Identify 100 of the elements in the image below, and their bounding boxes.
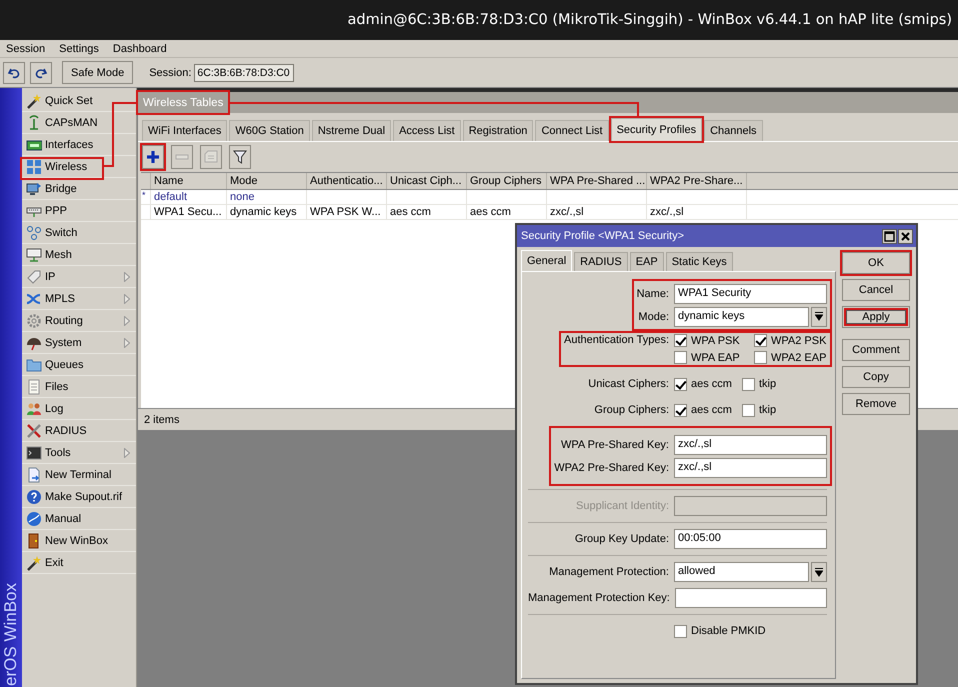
plus-icon bbox=[146, 150, 160, 164]
sidebar-item[interactable]: New WinBox bbox=[22, 530, 136, 552]
text-field[interactable]: 00:05:00 bbox=[674, 529, 827, 549]
sidebar-item[interactable]: Manual bbox=[22, 508, 136, 530]
close-icon bbox=[900, 230, 911, 242]
tab[interactable]: Nstreme Dual bbox=[312, 120, 392, 141]
sidebar-item[interactable]: Files bbox=[22, 376, 136, 398]
sidebar-item[interactable]: IP bbox=[22, 266, 136, 288]
undo-button[interactable] bbox=[3, 62, 25, 84]
wand-icon bbox=[26, 555, 42, 571]
tab[interactable]: Security Profiles bbox=[610, 118, 702, 141]
field-label: WPA Pre-Shared Key: bbox=[560, 438, 669, 450]
dropdown-button[interactable] bbox=[811, 562, 827, 582]
gear-icon bbox=[26, 313, 42, 329]
tab[interactable]: WiFi Interfaces bbox=[142, 120, 228, 141]
filter-button[interactable] bbox=[229, 145, 251, 169]
table-cell: default bbox=[151, 190, 227, 204]
text-field[interactable]: zxc/.,sl bbox=[674, 434, 827, 454]
sidebar-item[interactable]: Make Supout.rif bbox=[22, 486, 136, 508]
redo-button[interactable] bbox=[30, 62, 52, 84]
tab[interactable]: Access List bbox=[393, 120, 461, 141]
column-header[interactable]: Unicast Ciph... bbox=[387, 173, 467, 189]
dialog-button[interactable]: Copy bbox=[842, 366, 910, 388]
menu-item[interactable]: Session bbox=[6, 42, 46, 54]
text-field[interactable]: WPA1 Security bbox=[674, 284, 827, 304]
sidebar-item[interactable]: Exit bbox=[22, 552, 136, 574]
text-field[interactable] bbox=[674, 588, 827, 608]
checkbox[interactable] bbox=[674, 351, 687, 364]
checkbox[interactable] bbox=[742, 378, 755, 390]
sidebar-item[interactable]: RADIUS bbox=[22, 420, 136, 442]
sidebar-item[interactable]: Bridge bbox=[22, 178, 136, 200]
menu-item[interactable]: Dashboard bbox=[112, 42, 167, 54]
field-label: Mode: bbox=[638, 310, 669, 322]
sidebar-item[interactable]: Log bbox=[22, 398, 136, 420]
down-arrow-icon bbox=[815, 568, 823, 576]
menu-item[interactable]: Settings bbox=[59, 42, 99, 54]
checkbox[interactable] bbox=[674, 334, 687, 347]
tab[interactable]: RADIUS bbox=[574, 252, 628, 271]
safe-mode-button[interactable]: Safe Mode bbox=[62, 61, 134, 84]
checkbox[interactable] bbox=[742, 404, 755, 416]
sidebar-item[interactable]: PPP bbox=[22, 200, 136, 222]
close-button[interactable] bbox=[898, 228, 913, 244]
tools-icon bbox=[26, 423, 42, 439]
window-title: admin@6C:3B:6B:78:D3:C0 (MikroTik-Singgih) - WinBox v6.44.1 on hAP lite (smips) bbox=[348, 12, 952, 28]
sidebar-item[interactable]: Wireless bbox=[22, 156, 136, 178]
sidebar-item[interactable]: Interfaces bbox=[22, 134, 136, 156]
checkbox-label: tkip bbox=[759, 378, 776, 390]
tab[interactable]: Registration bbox=[462, 120, 534, 141]
dropdown-field[interactable]: dynamic keys bbox=[674, 306, 809, 326]
dialog-button[interactable]: Remove bbox=[842, 393, 910, 415]
sidebar-item[interactable]: New Terminal bbox=[22, 464, 136, 486]
tab[interactable]: General bbox=[521, 250, 572, 271]
square-icon bbox=[884, 230, 895, 242]
checkbox-label: WPA2 EAP bbox=[771, 352, 826, 364]
add-button[interactable] bbox=[142, 145, 164, 169]
sidebar-item[interactable]: System bbox=[22, 332, 136, 354]
checkbox-label: WPA PSK bbox=[691, 334, 740, 346]
tab[interactable]: Static Keys bbox=[666, 252, 733, 271]
sidebar-item[interactable]: Switch bbox=[22, 222, 136, 244]
text-field[interactable]: zxc/.,sl bbox=[674, 458, 827, 478]
column-header[interactable]: Group Ciphers bbox=[467, 173, 547, 189]
checkbox[interactable] bbox=[674, 404, 687, 416]
maximize-button[interactable] bbox=[882, 228, 897, 244]
sidebar-item[interactable]: Quick Set bbox=[22, 90, 136, 112]
submenu-arrow-icon bbox=[124, 294, 130, 304]
table-cell: WPA PSK W... bbox=[307, 205, 387, 219]
checkbox[interactable] bbox=[754, 351, 767, 364]
table-cell: aes ccm bbox=[467, 205, 547, 219]
checkbox[interactable] bbox=[674, 624, 687, 638]
dropdown-button[interactable] bbox=[811, 306, 827, 326]
sidebar-item[interactable]: Tools bbox=[22, 442, 136, 464]
sidebar-item[interactable]: Queues bbox=[22, 354, 136, 376]
column-header[interactable]: WPA Pre-Shared ... bbox=[547, 173, 647, 189]
tab[interactable]: EAP bbox=[630, 252, 664, 271]
column-header[interactable]: Mode bbox=[227, 173, 307, 189]
checkbox[interactable] bbox=[674, 378, 687, 390]
tab[interactable]: Channels bbox=[704, 120, 763, 141]
sidebar-item[interactable]: Mesh bbox=[22, 244, 136, 266]
dialog-button[interactable]: Cancel bbox=[842, 279, 910, 301]
session-field[interactable]: 6C:3B:6B:78:D3:C0 bbox=[194, 64, 294, 82]
dropdown-field[interactable]: allowed bbox=[674, 562, 809, 582]
field-label: Group Key Update: bbox=[574, 533, 669, 545]
sidebar-item[interactable]: Routing bbox=[22, 310, 136, 332]
tab[interactable]: W60G Station bbox=[229, 120, 310, 141]
submenu-arrow-icon bbox=[124, 316, 130, 326]
column-header[interactable]: Authenticatio... bbox=[307, 173, 387, 189]
tab[interactable]: Connect List bbox=[535, 120, 609, 141]
sidebar-item[interactable]: MPLS bbox=[22, 288, 136, 310]
dialog-button[interactable]: Apply bbox=[842, 306, 910, 328]
sidebar-item[interactable]: CAPsMAN bbox=[22, 112, 136, 134]
field-label: Name: bbox=[636, 288, 669, 300]
dialog-button[interactable]: OK bbox=[842, 252, 910, 274]
submenu-arrow-icon bbox=[124, 448, 130, 458]
checkbox[interactable] bbox=[754, 334, 767, 347]
chip-icon bbox=[26, 247, 42, 263]
checkbox-label: tkip bbox=[759, 404, 776, 416]
file-arrow-icon bbox=[26, 467, 42, 483]
column-header[interactable]: Name bbox=[151, 173, 227, 189]
dialog-button[interactable]: Comment bbox=[842, 339, 910, 361]
table-cell: none bbox=[227, 190, 307, 204]
